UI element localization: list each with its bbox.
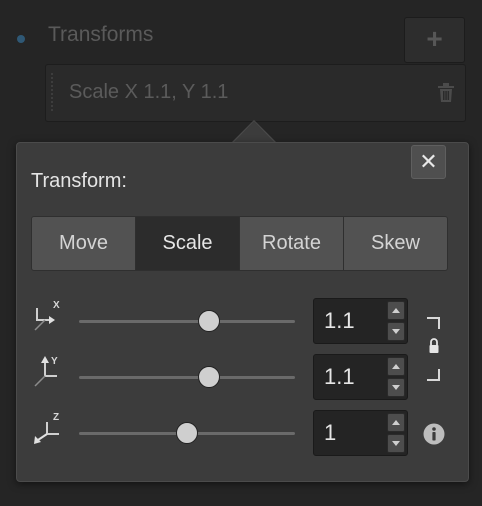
tab-skew[interactable]: Skew (343, 216, 448, 271)
transform-popover: ✕ Transform: Move Scale Rotate Skew X Y (16, 142, 469, 482)
tab-rotate[interactable]: Rotate (239, 216, 344, 271)
close-button[interactable]: ✕ (411, 145, 446, 179)
svg-text:X: X (53, 300, 60, 311)
add-transform-button[interactable]: + (404, 17, 465, 63)
x-slider-track[interactable] (79, 320, 295, 323)
z-value-stepper (313, 410, 408, 456)
x-value-stepper (313, 298, 408, 344)
y-slider-track[interactable] (79, 376, 295, 379)
y-increment-button[interactable] (387, 357, 405, 376)
x-decrement-button[interactable] (387, 322, 405, 341)
transform-item-label: Scale X 1.1, Y 1.1 (69, 81, 229, 103)
section-title: Transforms (48, 23, 154, 46)
x-value-input[interactable] (324, 308, 384, 334)
z-slider-thumb[interactable] (176, 422, 198, 444)
trash-icon[interactable] (437, 83, 455, 103)
y-axis-icon: Y (34, 356, 58, 387)
y-value-input[interactable] (324, 364, 384, 390)
section-indicator-dot (17, 35, 25, 43)
info-icon[interactable] (423, 423, 445, 445)
popover-caret (233, 121, 275, 143)
x-axis-icon: X (34, 300, 60, 331)
x-slider-thumb[interactable] (197, 310, 220, 332)
z-axis-icon: Z (34, 412, 59, 444)
z-increment-button[interactable] (387, 413, 405, 432)
transform-type-tabs: Move Scale Rotate Skew (31, 216, 448, 271)
svg-text:Z: Z (53, 412, 59, 423)
y-decrement-button[interactable] (387, 378, 405, 397)
lock-icon[interactable] (427, 317, 441, 381)
y-slider-thumb[interactable] (197, 366, 220, 388)
drag-handle-icon[interactable] (51, 73, 53, 111)
transform-item[interactable]: Scale X 1.1, Y 1.1 (45, 64, 466, 122)
tab-scale[interactable]: Scale (135, 216, 240, 271)
axis-row-z: Z (31, 410, 451, 456)
z-decrement-button[interactable] (387, 434, 405, 453)
axis-row-y: Y (31, 354, 451, 400)
svg-text:Y: Y (51, 356, 58, 367)
axis-row-x: X (31, 298, 451, 344)
tab-move[interactable]: Move (31, 216, 136, 271)
x-increment-button[interactable] (387, 301, 405, 320)
y-value-stepper (313, 354, 408, 400)
z-value-input[interactable] (324, 420, 384, 446)
popover-title: Transform: (31, 170, 127, 192)
